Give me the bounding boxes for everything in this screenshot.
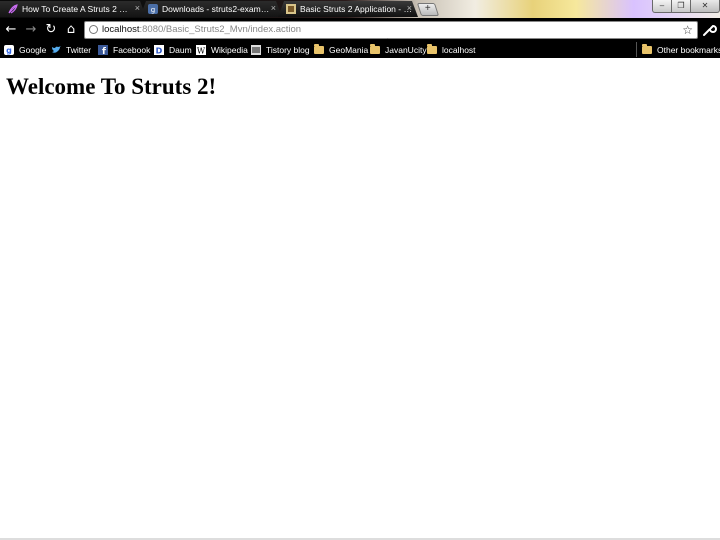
bookmark-label: localhost [442,44,476,55]
tab-basic-struts2-application[interactable]: Basic Struts 2 Application - … × [278,1,418,17]
reload-button[interactable]: ↻ [42,21,60,39]
bookmark-tistory[interactable]: Tistory blog [251,43,310,56]
folder-icon [314,44,324,54]
folder-icon [642,44,652,54]
svg-text:f: f [102,47,106,55]
bookmark-label: Other bookmarks [657,44,720,55]
tab-close-icon[interactable]: × [407,3,412,13]
bookmark-folder-localhost[interactable]: localhost [427,43,476,56]
url-text[interactable]: localhost:8080/Basic_Struts2_Mvn/index.a… [102,24,301,35]
bookmark-folder-geomania[interactable]: GeoMania [314,43,368,56]
bookmark-star-icon[interactable]: ☆ [682,22,693,38]
url-path: :8080/Basic_Struts2_Mvn/index.action [139,24,302,35]
feather-icon [8,4,18,14]
minimize-button[interactable]: – [652,0,672,13]
svg-text:D: D [156,46,163,55]
twitter-icon [52,45,61,53]
folder-icon [370,44,380,54]
globe-icon [89,25,98,34]
tistory-icon [251,44,261,55]
plus-icon: + [424,3,431,14]
bookmark-label: Google [19,44,47,55]
bookmark-label: Tistory blog [266,44,310,55]
bookmark-label: Daum [169,44,192,55]
tab-close-icon[interactable]: × [135,3,140,13]
home-button[interactable]: ⌂ [62,21,80,39]
maximize-button[interactable]: ❐ [671,0,691,13]
url-host: localhost [102,24,140,35]
bookmark-label: Facebook [113,44,151,55]
svg-text:g: g [151,6,155,14]
back-button[interactable]: ← [2,21,20,39]
page-heading: Welcome To Struts 2! [6,74,217,99]
bookmark-google[interactable]: g Google [4,43,46,56]
new-tab-button[interactable]: + [416,3,440,16]
bookmark-label: GeoMania [329,44,369,55]
bookmark-label: Wikipedia [211,44,248,55]
folder-icon [427,44,437,54]
tab-downloads[interactable]: g Downloads - struts2-exam… × [140,1,282,17]
bookmark-label: Twitter [66,44,92,55]
google-icon: g [4,44,14,55]
daum-icon: D [154,44,164,55]
page-content: Welcome To Struts 2! [0,58,720,538]
svg-text:g: g [6,46,12,55]
close-window-button[interactable]: ✕ [690,0,720,13]
github-icon: g [148,4,158,14]
tab-title: How To Create A Struts 2 … [22,4,128,14]
forward-button[interactable]: → [22,21,40,39]
other-bookmarks-folder[interactable]: Other bookmarks [642,43,720,56]
bookmark-facebook[interactable]: f Facebook [98,43,150,56]
tab-struts2-tutorial[interactable]: How To Create A Struts 2 … × [0,1,146,17]
page-icon [286,4,296,14]
svg-text:W: W [197,46,206,55]
tab-title: Basic Struts 2 Application - … [300,4,412,14]
tab-strip: How To Create A Struts 2 … × g Downloads… [0,0,720,18]
bookmarks-separator [636,42,637,57]
facebook-icon: f [98,44,108,55]
bookmark-wikipedia[interactable]: W Wikipedia [196,43,248,56]
wikipedia-icon: W [196,44,206,55]
bookmark-twitter[interactable]: Twitter [51,43,91,56]
bookmarks-bar: g Google Twitter f Facebook D Daum W Wik… [0,41,720,58]
bookmark-daum[interactable]: D Daum [154,43,192,56]
navigation-toolbar: ← → ↻ ⌂ localhost:8080/Basic_Struts2_Mvn… [0,18,720,41]
tab-title: Downloads - struts2-exam… [162,4,270,14]
bookmark-folder-javanucity[interactable]: JavanUcity [370,43,427,56]
tab-close-icon[interactable]: × [271,3,276,13]
wrench-icon[interactable] [701,22,717,38]
